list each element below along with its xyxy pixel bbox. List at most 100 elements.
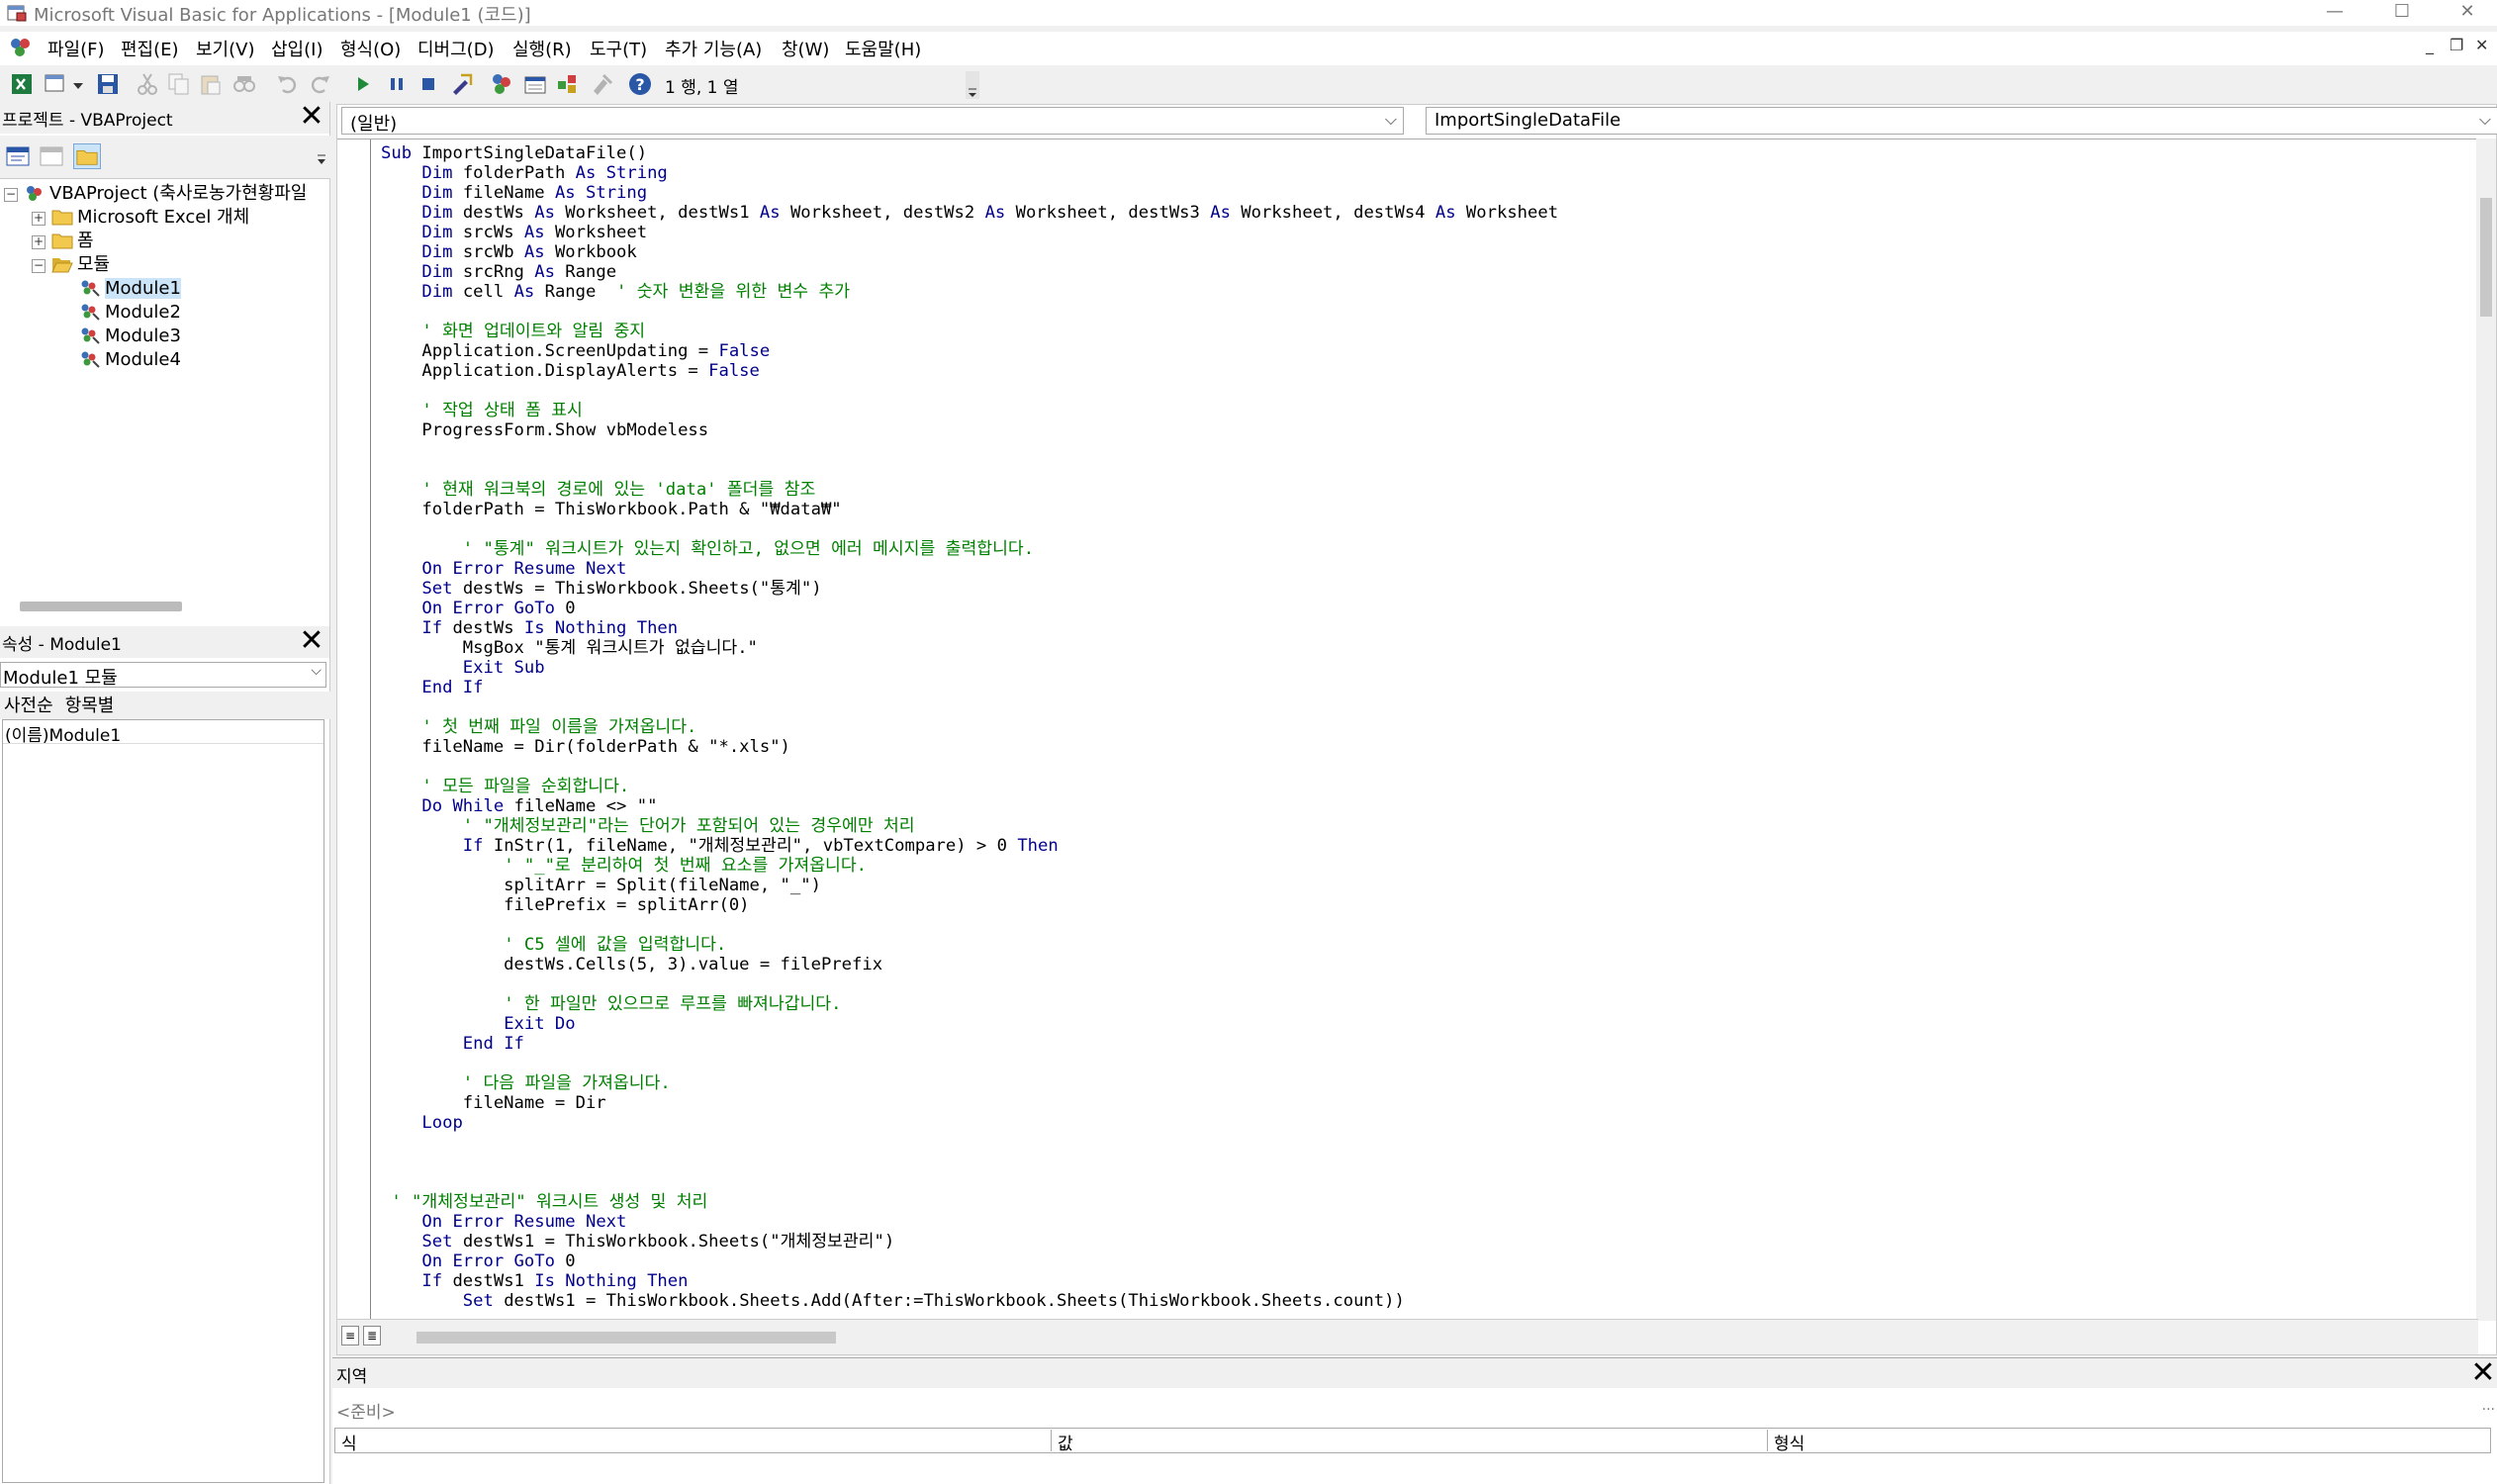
code-vertical-scrollbar[interactable] [2476, 139, 2496, 1321]
full-module-view-icon[interactable]: ≣ [363, 1326, 381, 1345]
insert-dropdown-icon[interactable] [71, 71, 85, 97]
code-line[interactable] [381, 440, 1558, 460]
code-line[interactable]: ' "개체정보관리" 워크시트 생성 및 처리 [381, 1192, 1558, 1212]
menu-view[interactable]: 보기(V) [196, 36, 254, 61]
code-line[interactable] [381, 1153, 1558, 1172]
call-stack-button[interactable]: ... [2482, 1398, 2495, 1414]
code-line[interactable] [381, 1054, 1558, 1073]
cut-icon[interactable] [135, 71, 160, 97]
property-value[interactable]: Module1 [49, 726, 122, 746]
code-horizontal-scrollbar[interactable]: ≡ ≣ [337, 1319, 2478, 1354]
code-editor[interactable]: Sub ImportSingleDataFile() Dim folderPat… [337, 139, 2478, 1321]
code-line[interactable]: Exit Do [381, 1014, 1558, 1034]
menu-file[interactable]: 파일(F) [47, 36, 105, 61]
toolbox-icon[interactable] [590, 71, 615, 97]
object-selector[interactable]: Module1 모듈 ⌵ [0, 662, 326, 689]
code-line[interactable]: folderPath = ThisWorkbook.Path & "₩data₩… [381, 500, 1558, 519]
insert-module-icon[interactable] [44, 71, 69, 97]
properties-icon[interactable] [522, 71, 548, 97]
code-line[interactable]: Application.ScreenUpdating = False [381, 341, 1558, 361]
code-line[interactable]: Application.DisplayAlerts = False [381, 361, 1558, 381]
code-line[interactable]: If destWs Is Nothing Then [381, 618, 1558, 638]
code-line[interactable]: Dim fileName As String [381, 183, 1558, 203]
code-line[interactable] [381, 757, 1558, 777]
column-value[interactable]: 값 [1052, 1430, 1768, 1454]
code-line[interactable]: ' 화면 업데이트와 알림 중지 [381, 322, 1558, 341]
code-line[interactable]: If InStr(1, fileName, "개체정보관리", vbTextCo… [381, 836, 1558, 856]
run-icon[interactable] [350, 71, 376, 97]
help-icon[interactable]: ? [627, 71, 653, 97]
paste-icon[interactable] [198, 71, 224, 97]
code-line[interactable] [381, 915, 1558, 935]
view-code-icon[interactable] [4, 143, 32, 169]
mdi-close-button[interactable]: ✕ [2475, 36, 2488, 54]
code-line[interactable]: Dim destWs As Worksheet, destWs1 As Work… [381, 203, 1558, 223]
break-icon[interactable] [384, 71, 410, 97]
procedure-view-icon[interactable]: ≡ [341, 1326, 359, 1345]
code-line[interactable] [381, 1133, 1558, 1153]
code-line[interactable]: On Error Resume Next [381, 559, 1558, 579]
code-line[interactable]: ' 한 파일만 있으므로 루프를 빠져나갑니다. [381, 994, 1558, 1014]
excel-view-icon[interactable] [10, 71, 36, 97]
project-toolbar-scroll-icon[interactable] [315, 143, 328, 169]
code-line[interactable] [381, 697, 1558, 717]
code-line[interactable] [381, 1172, 1558, 1192]
tree-node-module3[interactable]: Module3 [79, 325, 181, 349]
menu-help[interactable]: 도움말(H) [845, 36, 921, 61]
column-type[interactable]: 형식 [1768, 1430, 2490, 1454]
tab-alphabetic[interactable]: 사전순 [4, 696, 53, 716]
code-line[interactable]: Exit Sub [381, 658, 1558, 678]
menu-tools[interactable]: 도구(T) [590, 36, 647, 61]
object-combo[interactable]: (일반) ⌵ [341, 107, 1404, 135]
code-line[interactable]: ' 모든 파일을 순회합니다. [381, 777, 1558, 796]
code-line[interactable] [381, 519, 1558, 539]
menu-window[interactable]: 창(W) [782, 36, 829, 61]
toolbar-options-icon[interactable] [966, 71, 979, 99]
code-line[interactable]: Dim srcRng As Range [381, 262, 1558, 282]
code-line[interactable]: On Error GoTo 0 [381, 599, 1558, 618]
menu-insert[interactable]: 삽입(I) [271, 36, 323, 61]
code-line[interactable]: End If [381, 678, 1558, 697]
copy-icon[interactable] [166, 71, 192, 97]
code-line[interactable]: ' "개체정보관리"라는 단어가 포함되어 있는 경우에만 처리 [381, 816, 1558, 836]
code-line[interactable] [381, 974, 1558, 994]
code-line[interactable]: ProgressForm.Show vbModeless [381, 420, 1558, 440]
code-line[interactable]: Sub ImportSingleDataFile() [381, 143, 1558, 163]
code-line[interactable] [381, 302, 1558, 322]
minimize-button[interactable]: — [2305, 0, 2364, 26]
view-object-icon[interactable] [38, 143, 65, 169]
code-line[interactable]: Set destWs = ThisWorkbook.Sheets("통계") [381, 579, 1558, 599]
menu-debug[interactable]: 디버그(D) [417, 36, 495, 61]
code-line[interactable]: Do While fileName <> "" [381, 796, 1558, 816]
code-line[interactable]: fileName = Dir(folderPath & "*.xls") [381, 737, 1558, 757]
code-line[interactable]: ' 첫 번째 파일 이름을 가져옵니다. [381, 717, 1558, 737]
code-line[interactable]: splitArr = Split(fileName, "_") [381, 876, 1558, 895]
code-line[interactable]: Dim folderPath As String [381, 163, 1558, 183]
mdi-minimize-button[interactable]: _ [2426, 36, 2434, 54]
code-line[interactable]: If destWs1 Is Nothing Then [381, 1271, 1558, 1291]
scroll-thumb[interactable] [416, 1332, 836, 1344]
code-line[interactable]: ' 작업 상태 폼 표시 [381, 401, 1558, 420]
toggle-folders-icon[interactable] [73, 143, 101, 169]
procedure-combo[interactable]: ImportSingleDataFile ⌵ [1426, 107, 2497, 135]
code-line[interactable]: Dim srcWb As Workbook [381, 242, 1558, 262]
tree-node-module2[interactable]: Module2 [79, 302, 181, 325]
menu-edit[interactable]: 편집(E) [121, 36, 179, 61]
save-icon[interactable] [95, 71, 121, 97]
tree-node-module1[interactable]: Module1 [79, 278, 181, 302]
menu-addins[interactable]: 추가 기능(A) [665, 36, 762, 61]
mdi-restore-button[interactable]: ❐ [2450, 36, 2463, 54]
code-line[interactable]: On Error GoTo 0 [381, 1252, 1558, 1271]
code-line[interactable]: On Error Resume Next [381, 1212, 1558, 1232]
maximize-button[interactable]: ☐ [2372, 0, 2432, 26]
code-line[interactable]: ' 다음 파일을 가져옵니다. [381, 1073, 1558, 1093]
project-explorer-icon[interactable] [489, 71, 514, 97]
design-mode-icon[interactable] [449, 71, 475, 97]
code-line[interactable]: fileName = Dir [381, 1093, 1558, 1113]
expand-toggle-icon[interactable]: + [32, 235, 46, 249]
reset-icon[interactable] [416, 71, 441, 97]
code-line[interactable]: Dim cell As Range ' 숫자 변환을 위한 변수 추가 [381, 282, 1558, 302]
scroll-thumb[interactable] [2480, 198, 2492, 317]
find-icon[interactable] [231, 71, 257, 97]
code-line[interactable]: ' "통계" 워크시트가 있는지 확인하고, 없으면 에러 메시지를 출력합니다… [381, 539, 1558, 559]
